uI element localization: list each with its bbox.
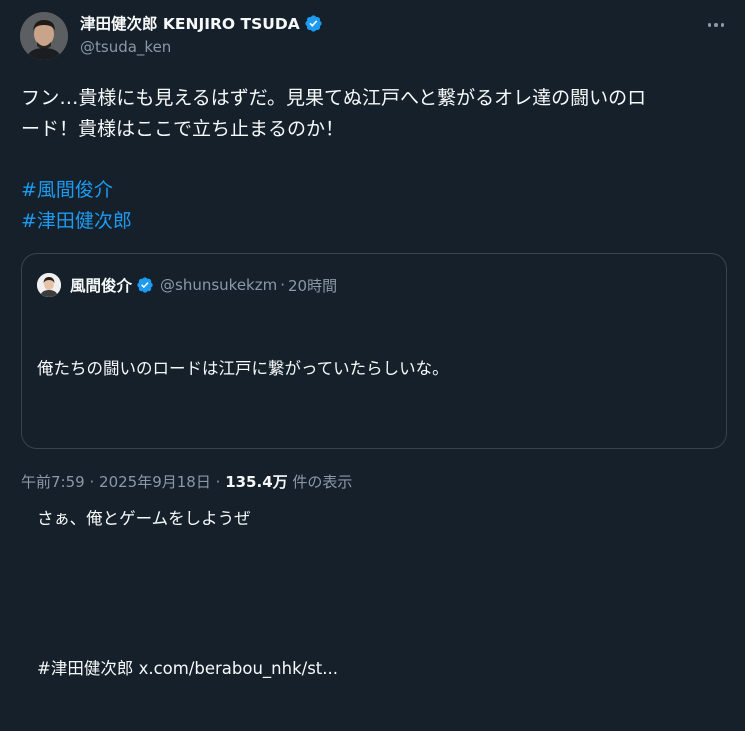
quoted-timestamp[interactable]: 20時間 bbox=[288, 275, 337, 296]
quoted-tweet-text: 俺たちの闘いのロードは江戸に繋がっていたらしいな。 さぁ、俺とゲームをしようぜ … bbox=[37, 306, 717, 731]
quoted-separator: · bbox=[280, 276, 286, 294]
views-count: 135.4万 bbox=[225, 473, 288, 491]
tweet-card: 津田健次郎 KENJIRO TSUDA @tsuda_ken フン…貴様にも見え… bbox=[0, 0, 745, 678]
tweet-date[interactable]: 2025年9月18日 bbox=[99, 473, 211, 491]
tweet-meta: 午前7:59 · 2025年9月18日 · 135.4万 件の表示 bbox=[21, 471, 352, 492]
quoted-author-handle: @shunsukekzm bbox=[160, 276, 278, 294]
meta-separator: · bbox=[89, 473, 95, 491]
verified-badge-icon bbox=[137, 277, 153, 293]
author-name-row: 津田健次郎 KENJIRO TSUDA bbox=[80, 12, 323, 34]
tweet-hashtags: #風間俊介 #津田健次郎 bbox=[21, 175, 132, 237]
views-label: 件の表示 bbox=[292, 473, 353, 491]
tweet-text: フン…貴様にも見えるはずだ。見果てぬ江戸へと繋がるオレ達の闘いのロ ード！貴様は… bbox=[21, 87, 647, 140]
quoted-tweet-header: 風間俊介 @shunsukekzm · 20時間 bbox=[37, 273, 337, 297]
quoted-author-name[interactable]: 風間俊介 bbox=[70, 274, 132, 296]
quoted-link: x.com/berabou_nhk/st... bbox=[138, 659, 339, 678]
more-dot bbox=[714, 23, 718, 27]
tweet-time[interactable]: 午前7:59 bbox=[21, 473, 85, 491]
quoted-text-line: さぁ、俺とゲームをしようぜ bbox=[37, 509, 251, 528]
quoted-author-avatar-image bbox=[37, 273, 61, 297]
more-dot bbox=[707, 23, 712, 27]
author-display-name[interactable]: 津田健次郎 KENJIRO TSUDA bbox=[80, 12, 300, 34]
author-info: 津田健次郎 KENJIRO TSUDA @tsuda_ken bbox=[80, 12, 323, 56]
verified-badge-icon[interactable] bbox=[304, 14, 323, 33]
quoted-hashtag: #津田健次郎 bbox=[37, 659, 134, 678]
meta-separator: · bbox=[215, 473, 221, 491]
author-handle[interactable]: @tsuda_ken bbox=[80, 38, 323, 56]
hashtag-link[interactable]: #風間俊介 bbox=[21, 175, 132, 206]
quoted-text-line: #津田健次郎 x.com/berabou_nhk/st... bbox=[37, 656, 717, 681]
quoted-text-line: 俺たちの闘いのロードは江戸に繋がっていたらしいな。 bbox=[37, 359, 449, 378]
author-avatar-image bbox=[20, 12, 68, 60]
more-options-icon[interactable] bbox=[701, 10, 731, 40]
quoted-blank-line bbox=[37, 581, 717, 606]
quoted-tweet[interactable]: 風間俊介 @shunsukekzm · 20時間 俺たちの闘いのロードは江戸に繋… bbox=[21, 253, 727, 678]
more-dot bbox=[720, 23, 725, 27]
quoted-blank-line bbox=[37, 431, 717, 456]
author-avatar[interactable] bbox=[20, 12, 68, 60]
quoted-author-avatar[interactable] bbox=[37, 273, 61, 297]
hashtag-link[interactable]: #津田健次郎 bbox=[21, 206, 132, 237]
